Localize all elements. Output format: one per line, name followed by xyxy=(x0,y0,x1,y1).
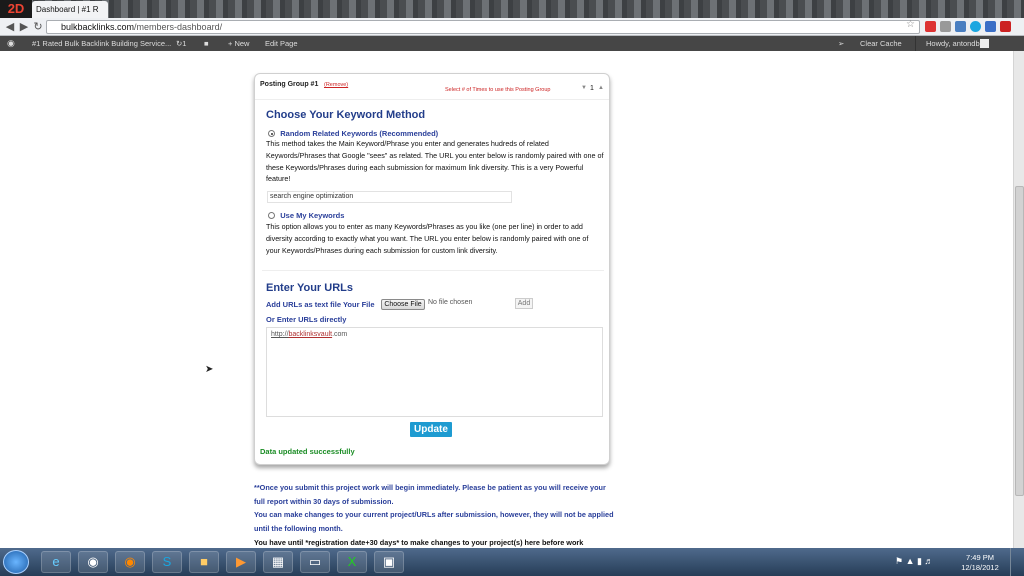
edit-page-link[interactable]: Edit Page xyxy=(265,36,298,51)
extension-icon[interactable] xyxy=(940,21,951,32)
scrollbar-thumb[interactable] xyxy=(1015,186,1024,496)
excel-icon[interactable]: X xyxy=(337,551,367,573)
no-file-text: No file chosen xyxy=(428,299,473,306)
cache-icon: ➢ xyxy=(838,39,845,48)
times-label: Select # of Times to use this Posting Gr… xyxy=(445,87,551,93)
tray-icons[interactable]: ⚑ ▲ ▮ ♬ xyxy=(895,556,933,567)
updates-link[interactable]: ↻ 1 xyxy=(176,36,186,51)
chrome-icon[interactable]: ◉ xyxy=(78,551,108,573)
wordpress-icon[interactable]: ◉ xyxy=(7,36,15,51)
url-host: bulkbacklinks.com xyxy=(61,22,135,32)
keyword-input[interactable]: search engine optimization xyxy=(267,191,512,203)
option1-label: Random Related Keywords (Recommended) xyxy=(280,129,439,138)
extension-icon[interactable] xyxy=(925,21,936,32)
mouse-cursor-icon: ➤ xyxy=(205,364,214,375)
logo-badge: 2D xyxy=(0,0,32,18)
skype-icon[interactable] xyxy=(970,21,981,32)
address-bar[interactable]: bulkbacklinks.com/members-dashboard/ xyxy=(46,20,920,34)
star-icon[interactable]: ☆ xyxy=(906,19,915,30)
url-prefix: http:// xyxy=(271,331,289,338)
window-icon[interactable]: ▭ xyxy=(300,551,330,573)
wp-admin-bar: ◉ #1 Rated Bulk Backlink Building Servic… xyxy=(0,36,1024,51)
add-button[interactable]: Add xyxy=(515,298,533,309)
browser-toolbar: ◀ ▶ ↻ bulkbacklinks.com/members-dashboar… xyxy=(0,18,1024,36)
option1-radio[interactable] xyxy=(268,130,275,138)
gmail-icon[interactable] xyxy=(1000,21,1011,32)
clock-time: 7:49 PM xyxy=(966,553,994,562)
skype-icon[interactable]: S xyxy=(152,551,182,573)
extension-icon[interactable] xyxy=(955,21,966,32)
separator xyxy=(915,36,916,51)
option1-row[interactable]: Random Related Keywords (Recommended) xyxy=(268,129,438,138)
times-value[interactable]: 1 xyxy=(590,85,594,92)
panel-header: Posting Group #1 (Remove) Select # of Ti… xyxy=(255,74,609,100)
media-icon[interactable]: ▶ xyxy=(226,551,256,573)
ie-icon[interactable]: e xyxy=(41,551,71,573)
avatar[interactable] xyxy=(980,39,989,48)
new-link[interactable]: + New xyxy=(228,36,249,51)
clock-date: 12/18/2012 xyxy=(961,563,999,572)
remove-link[interactable]: (Remove) xyxy=(324,82,348,88)
keyword-method-heading: Choose Your Keyword Method xyxy=(266,109,426,121)
option1-description: This method takes the Main Keyword/Phras… xyxy=(266,139,604,184)
updates-count: 1 xyxy=(182,39,187,48)
direct-label: Or Enter URLs directly xyxy=(266,315,347,324)
clock[interactable]: 7:49 PM 12/18/2012 xyxy=(960,553,1000,573)
site-name-link[interactable]: #1 Rated Bulk Backlink Building Service.… xyxy=(32,36,171,51)
note-1: **Once you submit this project work will… xyxy=(254,483,606,506)
network-icon[interactable]: ▦ xyxy=(263,551,293,573)
tab-strip xyxy=(0,0,1024,18)
page-content: Posting Group #1 (Remove) Select # of Ti… xyxy=(0,51,1024,548)
howdy-link[interactable]: Howdy, antondb xyxy=(926,36,980,51)
option2-row[interactable]: Use My Keywords xyxy=(268,211,344,220)
group-title: Posting Group #1 xyxy=(260,81,319,88)
start-button[interactable] xyxy=(3,550,29,574)
back-icon[interactable]: ◀ xyxy=(3,20,17,34)
firefox-icon[interactable]: ◉ xyxy=(115,551,145,573)
increment-icon[interactable]: ▲ xyxy=(598,85,604,91)
option2-label: Use My Keywords xyxy=(280,211,345,220)
decrement-icon[interactable]: ▼ xyxy=(581,85,587,91)
tab-dashboard[interactable]: Dashboard | #1 R xyxy=(32,1,108,18)
url-suffix: .com xyxy=(332,331,348,338)
urls-heading: Enter Your URLs xyxy=(266,282,353,294)
clear-cache-link[interactable]: Clear Cache xyxy=(860,36,902,51)
note-3: You have until *registration date+30 day… xyxy=(254,538,584,547)
scrollbar[interactable] xyxy=(1013,51,1024,548)
show-desktop-button[interactable] xyxy=(1010,548,1024,576)
divider xyxy=(262,270,604,271)
reload-icon[interactable]: ↻ xyxy=(31,20,45,34)
url-domain: backlinksvault xyxy=(288,331,333,338)
comment-icon[interactable]: ■ xyxy=(204,36,209,51)
folder-icon[interactable]: ■ xyxy=(189,551,219,573)
option2-radio[interactable] xyxy=(268,212,275,220)
forward-icon[interactable]: ▶ xyxy=(17,20,31,34)
update-button[interactable]: Update xyxy=(410,422,452,437)
windows-taskbar: e ◉ ◉ S ■ ▶ ▦ ▭ X ▣ ⚑ ▲ ▮ ♬ 7:49 PM 12/1… xyxy=(0,548,1024,576)
url-path: /members-dashboard/ xyxy=(134,22,223,32)
note-2: You can make changes to your current pro… xyxy=(254,510,614,533)
extension-icon[interactable] xyxy=(985,21,996,32)
browser-chrome: 2D Dashboard | #1 R ◀ ▶ ↻ bulkbacklinks.… xyxy=(0,0,1024,36)
option2-description: This option allows you to enter as many … xyxy=(266,222,589,255)
urls-textarea[interactable]: http://backlinksvault.com xyxy=(266,327,603,417)
choose-file-button[interactable]: Choose File xyxy=(381,299,425,310)
app-icon[interactable]: ▣ xyxy=(374,551,404,573)
file-label: Add URLs as text file Your File xyxy=(266,300,375,309)
success-message: Data updated successfully xyxy=(260,447,355,456)
